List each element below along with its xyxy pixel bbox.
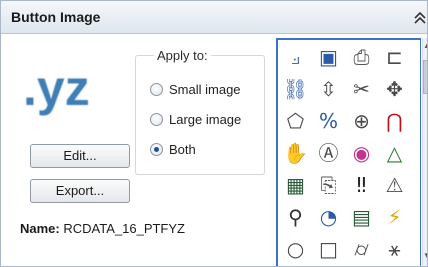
gallery-cell[interactable]: ✋ bbox=[279, 137, 312, 169]
gallery-cell[interactable]: ⚡ bbox=[378, 201, 411, 233]
gallery-cell[interactable]: ⬠ bbox=[279, 105, 312, 137]
move-arrows-icon: ⇳ bbox=[320, 77, 337, 101]
export-button[interactable]: Export... bbox=[30, 179, 130, 203]
scissors-shape-icon: ✂ bbox=[353, 77, 370, 101]
gallery-cell[interactable]: ⟓ bbox=[279, 41, 312, 73]
gallery-cell[interactable]: □ bbox=[312, 233, 345, 265]
gallery-cell[interactable]: ⚲ bbox=[279, 201, 312, 233]
gallery-cell[interactable]: ⎙ bbox=[345, 41, 378, 73]
lightning-icon: ⚡ bbox=[387, 205, 402, 229]
document-stamp-icon: ⎙ bbox=[353, 45, 370, 69]
scroll-up-arrow-icon[interactable]: ▲ bbox=[423, 42, 427, 50]
collapse-chevron-icon[interactable] bbox=[413, 10, 427, 26]
gallery-cell[interactable]: ⊏ bbox=[378, 41, 411, 73]
corner-bracket-icon: ⊏ bbox=[386, 45, 403, 69]
edit-button[interactable]: Edit... bbox=[30, 144, 130, 168]
shape-edit-icon: ⬠ bbox=[286, 109, 305, 133]
radio-small-image-label: Small image bbox=[169, 81, 241, 97]
gallery-cell[interactable]: ◉ bbox=[345, 137, 378, 169]
square-outline-icon: □ bbox=[319, 237, 338, 261]
snap-warning-icon: ⚠ bbox=[385, 173, 404, 197]
document-link-icon: ⎘ bbox=[320, 173, 337, 197]
gallery-cell[interactable]: ⋂ bbox=[378, 105, 411, 137]
percent-pencil-icon: % bbox=[318, 109, 338, 133]
gallery-scrollbar[interactable]: ▲ ▼ bbox=[422, 38, 427, 266]
radio-large-image-circle[interactable] bbox=[150, 112, 163, 126]
gallery-cell[interactable]: ○ bbox=[279, 233, 312, 265]
gallery-cell[interactable]: ⚠ bbox=[378, 169, 411, 201]
gallery-cell[interactable]: ⇳ bbox=[312, 73, 345, 105]
text-frame-icon: Ⓐ bbox=[318, 141, 339, 165]
gallery-cell[interactable]: ‼ bbox=[345, 169, 378, 201]
radio-small-image[interactable]: Small image bbox=[150, 80, 241, 98]
radio-both[interactable]: Both bbox=[150, 140, 196, 158]
panel-titlebar: Button Image bbox=[1, 1, 427, 34]
gallery-cell[interactable]: ◔ bbox=[312, 201, 345, 233]
cylinder-icon: ⌭ bbox=[354, 237, 369, 261]
radio-large-image[interactable]: Large image bbox=[150, 110, 241, 128]
image-preview: .yz bbox=[23, 60, 90, 116]
compass-circle-icon: ⊕ bbox=[353, 109, 370, 133]
radio-large-image-label: Large image bbox=[169, 111, 242, 127]
scroll-down-arrow-icon[interactable]: ▼ bbox=[423, 252, 427, 260]
image-name-row: Name: RCDATA_16_PTFYZ bbox=[20, 221, 185, 236]
gallery-cell[interactable]: ▤ bbox=[345, 201, 378, 233]
icon-gallery: ⟓ ▣ ⎙ ⊏ ⛓ ⇳ ✂ ✥ ⬠% ⊕ ⋂ ✋ Ⓐ ◉ △ ▦ ⎘ ‼ ⚠ ⚲ ◔ ▤ ⚡ ○ □ ⌭ ⚹ bbox=[276, 38, 421, 266]
cube-hand-icon: ▣ bbox=[319, 45, 338, 69]
gallery-cell[interactable]: ⎘ bbox=[312, 169, 345, 201]
button-image-panel: Button Image .yz Apply to: Small image L… bbox=[0, 0, 428, 267]
circle-outline-icon: ○ bbox=[286, 237, 305, 261]
gallery-cell[interactable]: ▣ bbox=[312, 41, 345, 73]
panel-title: Button Image bbox=[11, 9, 101, 25]
pan-hand-icon: ✋ bbox=[283, 141, 308, 165]
gallery-cell[interactable]: ⚹ bbox=[378, 233, 411, 265]
gallery-cell[interactable]: ⌭ bbox=[345, 233, 378, 265]
gallery-cell[interactable]: Ⓐ bbox=[312, 137, 345, 169]
link-chain-icon: ⛓ bbox=[282, 77, 309, 101]
gallery-cell[interactable]: ✥ bbox=[378, 73, 411, 105]
name-value: RCDATA_16_PTFYZ bbox=[63, 221, 185, 236]
name-label: Name: bbox=[20, 221, 60, 236]
triangle-tool-icon: △ bbox=[386, 141, 403, 165]
zoom-search-icon: ⚲ bbox=[288, 205, 303, 229]
gallery-cell[interactable]: ✂ bbox=[345, 73, 378, 105]
gallery-cell[interactable]: △ bbox=[378, 137, 411, 169]
gallery-cell[interactable]: ⊕ bbox=[345, 105, 378, 137]
radio-small-image-circle[interactable] bbox=[150, 82, 163, 96]
ucs-move-icon: ✥ bbox=[386, 77, 403, 101]
scroll-thumb[interactable] bbox=[423, 60, 427, 94]
data-grid-icon: ▦ bbox=[286, 173, 305, 197]
gallery-cell[interactable]: % bbox=[312, 105, 345, 137]
radio-both-circle[interactable] bbox=[150, 142, 163, 156]
radio-both-label: Both bbox=[169, 141, 196, 157]
magnet-icon: ⋂ bbox=[386, 109, 403, 133]
axis-3d-icon: ⟓ bbox=[290, 45, 301, 69]
color-wheel-icon: ◔ bbox=[319, 205, 338, 229]
person-move-icon: ⚹ bbox=[388, 237, 401, 261]
gallery-cell[interactable]: ▦ bbox=[279, 169, 312, 201]
icon-grid: ⟓ ▣ ⎙ ⊏ ⛓ ⇳ ✂ ✥ ⬠% ⊕ ⋂ ✋ Ⓐ ◉ △ ▦ ⎘ ‼ ⚠ ⚲ ◔ ▤ ⚡ ○ □ ⌭ ⚹ bbox=[279, 41, 411, 265]
gallery-cell[interactable]: ⛓ bbox=[279, 73, 312, 105]
apply-to-group: Apply to: Small image Large image Both bbox=[135, 48, 265, 175]
grid-table-icon: ▤ bbox=[352, 205, 371, 229]
apply-to-legend: Apply to: bbox=[154, 48, 211, 64]
exclamation-double-icon: ‼ bbox=[356, 173, 367, 197]
globe-color-icon: ◉ bbox=[352, 141, 371, 165]
